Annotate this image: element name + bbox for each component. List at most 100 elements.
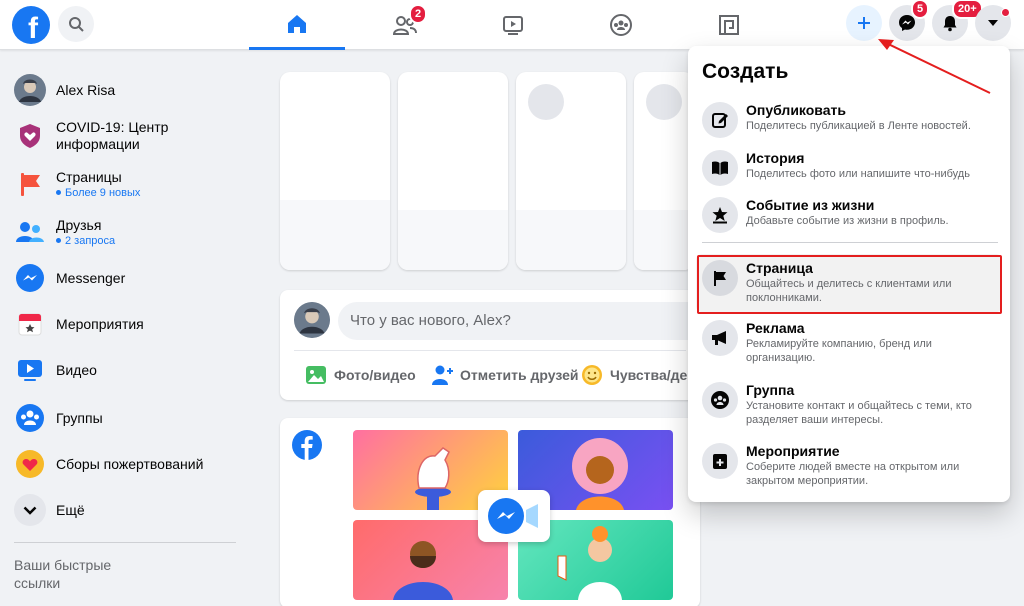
friends-icon <box>14 216 46 248</box>
logo-letter: f <box>28 12 38 45</box>
sidebar-item-groups[interactable]: Группы <box>8 396 248 440</box>
sidebar-item-sub: Более 9 новых <box>56 186 140 200</box>
star-icon <box>702 197 738 233</box>
event-icon <box>702 443 738 479</box>
menu-item-label: Событие из жизни <box>746 197 875 213</box>
menu-divider <box>702 242 998 243</box>
sidebar-item-video[interactable]: Видео <box>8 348 248 392</box>
menu-item-desc: Добавьте событие из жизни в профиль. <box>746 215 949 227</box>
messenger-icon <box>14 262 46 294</box>
menu-item-desc: Установите контакт и общайтесь с теми, к… <box>746 400 972 426</box>
smile-icon <box>582 365 602 385</box>
covid-icon <box>14 120 46 152</box>
post-input[interactable]: Что у вас нового, Alex? <box>338 302 718 340</box>
sidebar-item-more[interactable]: Ещё <box>8 488 248 532</box>
sidebar-item-friends[interactable]: Друзья 2 запроса <box>8 210 248 254</box>
account-dot <box>1001 8 1010 17</box>
tab-gaming[interactable] <box>681 0 777 50</box>
groups-icon <box>610 14 632 36</box>
story-card[interactable] <box>280 72 390 270</box>
menu-item-post[interactable]: Опубликовать Поделитесь публикацией в Лен… <box>696 96 1002 144</box>
friends-badge: 2 <box>409 4 428 24</box>
sidebar-item-messenger[interactable]: Messenger <box>8 256 248 300</box>
tag-friends-icon <box>432 365 453 385</box>
menu-item-desc: Рекламируйте компанию, бренд или организ… <box>746 338 932 364</box>
photo-video-button[interactable]: Фото/видео <box>304 360 416 390</box>
gaming-icon <box>719 15 739 35</box>
tag-friends-label: Отметить друзей <box>460 367 579 383</box>
sidebar-item-label: Messenger <box>56 269 126 286</box>
sidebar-divider <box>14 542 236 543</box>
menu-item-label: История <box>746 150 805 166</box>
menu-item-group[interactable]: Группа Установите контакт и общайтесь с т… <box>696 376 1002 433</box>
menu-item-desc: Поделитесь публикацией в Ленте новостей. <box>746 120 971 132</box>
messenger-badge: 5 <box>911 0 930 19</box>
menu-item-ad[interactable]: Реклама Рекламируйте компанию, бренд или … <box>696 314 1002 371</box>
video-icon <box>503 16 523 35</box>
search-button[interactable] <box>58 6 94 42</box>
sidebar-item-covid[interactable]: COVID-19: Центр информации <box>8 114 248 158</box>
groups-icon <box>14 402 46 434</box>
rooms-promo-card <box>280 418 700 606</box>
annotation-arrow <box>878 39 991 94</box>
calendar-icon <box>14 308 46 340</box>
sidebar-item-sub: 2 запроса <box>56 234 115 248</box>
sidebar-item-label: Группы <box>56 409 103 426</box>
menu-item-desc: Поделитесь фото или напишите что-нибудь <box>746 168 970 180</box>
quick-links-heading: Ваши быстрые ссылки <box>14 557 112 591</box>
menu-item-label: Опубликовать <box>746 102 846 118</box>
sidebar-item-label: Видео <box>56 361 97 378</box>
menu-item-label: Реклама <box>746 320 805 336</box>
tab-friends[interactable]: 2 <box>357 0 453 50</box>
flag-icon <box>14 168 46 200</box>
heart-icon <box>14 448 46 480</box>
sidebar-item-fundraisers[interactable]: Сборы пожертвований <box>8 442 248 486</box>
tab-watch[interactable] <box>465 0 561 50</box>
feeling-button[interactable]: Чувства/дей <box>580 360 696 390</box>
story-card[interactable] <box>634 72 694 270</box>
sidebar-item-label: COVID-19: Центр информации <box>56 119 169 152</box>
facebook-icon <box>292 430 322 465</box>
edit-icon <box>702 102 738 138</box>
caret-down-icon <box>988 20 998 26</box>
composer-divider <box>294 350 686 351</box>
video-icon <box>14 354 46 386</box>
tag-friends-button[interactable]: Отметить друзей <box>430 360 579 390</box>
photo-icon <box>306 366 326 384</box>
sidebar-item-label: Страницы <box>56 168 122 185</box>
feeling-label: Чувства/дей <box>610 367 696 383</box>
sidebar-item-profile[interactable]: Alex Risa <box>8 68 248 112</box>
menu-title: Создать <box>702 60 789 83</box>
facebook-logo[interactable]: f <box>12 6 50 44</box>
menu-item-label: Группа <box>746 382 795 398</box>
avatar <box>294 302 330 338</box>
menu-item-event[interactable]: Мероприятие Соберите людей вместе на откр… <box>696 437 1002 494</box>
story-card[interactable] <box>398 72 508 270</box>
messenger-rooms-icon <box>478 490 550 542</box>
sidebar-item-events[interactable]: Мероприятия <box>8 302 248 346</box>
sidebar-item-label: Друзья <box>56 216 102 233</box>
menu-item-desc: Соберите людей вместе на открытом или за… <box>746 461 960 487</box>
group-icon <box>702 382 738 418</box>
search-icon <box>69 17 84 32</box>
story-card[interactable] <box>516 72 626 270</box>
book-icon <box>702 150 738 186</box>
photo-video-label: Фото/видео <box>334 367 416 383</box>
highlight-box <box>697 255 1002 314</box>
menu-item-story[interactable]: История Поделитесь фото или напишите что-… <box>696 144 1002 192</box>
menu-item-label: Мероприятие <box>746 443 840 459</box>
chevron-down-icon <box>14 494 46 526</box>
sidebar-item-label: Сборы пожертвований <box>56 455 204 472</box>
avatar <box>14 74 46 106</box>
plus-icon <box>858 17 870 29</box>
post-composer: Что у вас нового, Alex? Фото/видео Отмет… <box>280 290 718 400</box>
sidebar-user-name: Alex Risa <box>56 81 116 98</box>
sidebar-item-pages[interactable]: Страницы Более 9 новых <box>8 162 248 206</box>
sidebar-item-label: Мероприятия <box>56 315 144 332</box>
menu-item-life-event[interactable]: Событие из жизни Добавьте событие из жизн… <box>696 191 1002 239</box>
megaphone-icon <box>702 320 738 356</box>
tab-home[interactable] <box>249 0 345 50</box>
tab-groups[interactable] <box>573 0 669 50</box>
home-icon <box>288 14 306 33</box>
sidebar-item-label: Ещё <box>56 501 85 518</box>
